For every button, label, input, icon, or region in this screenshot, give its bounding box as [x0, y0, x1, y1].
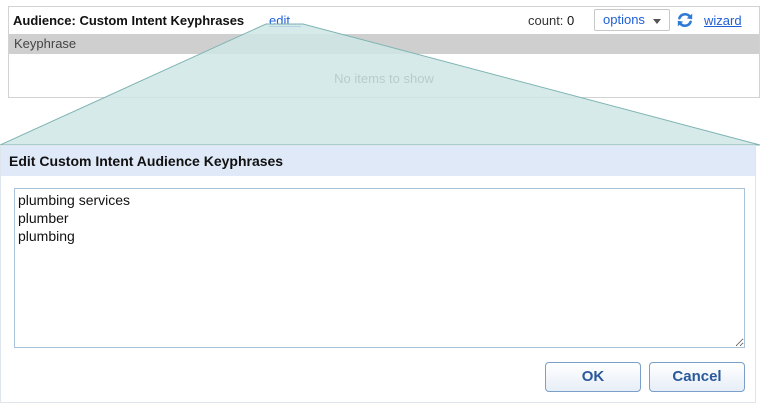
edit-link[interactable]: edit... — [269, 13, 301, 28]
edit-keyphrases-dialog: Edit Custom Intent Audience Keyphrases p… — [0, 145, 756, 403]
options-label: options — [603, 12, 645, 27]
options-dropdown[interactable]: options — [594, 9, 670, 31]
count-display: count: 0 — [528, 13, 574, 28]
wizard-link[interactable]: wizard — [704, 13, 742, 28]
panel-title: Audience: Custom Intent Keyphrases — [13, 13, 245, 28]
cancel-button[interactable]: Cancel — [649, 362, 745, 392]
refresh-icon[interactable] — [676, 11, 694, 29]
empty-message: No items to show — [334, 71, 434, 86]
caret-down-icon — [653, 19, 661, 24]
panel-header: Audience: Custom Intent Keyphrases edit.… — [9, 7, 759, 33]
column-header-keyphrase[interactable]: Keyphrase — [9, 34, 759, 54]
ok-button[interactable]: OK — [545, 362, 641, 392]
dialog-title: Edit Custom Intent Audience Keyphrases — [1, 146, 755, 176]
keyphrases-panel: Audience: Custom Intent Keyphrases edit.… — [8, 6, 760, 98]
keyphrases-textarea[interactable]: plumbing services plumber plumbing — [14, 188, 745, 348]
count-label: count: — [528, 13, 564, 28]
count-value: 0 — [567, 13, 575, 28]
